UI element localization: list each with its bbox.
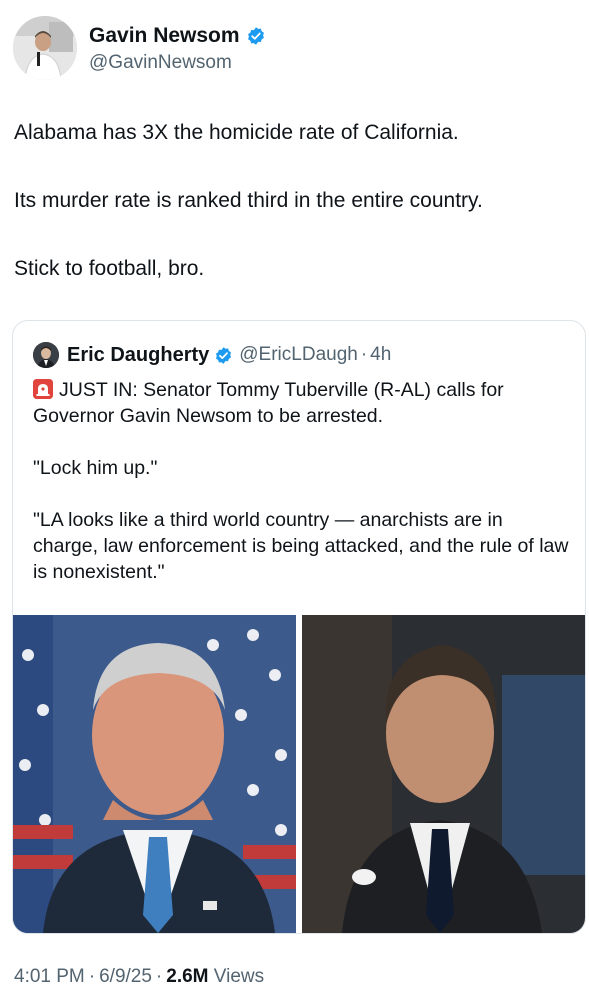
quoted-paragraph: "LA looks like a third world country — a… xyxy=(33,509,569,583)
tweet-paragraph: Alabama has 3X the homicide rate of Cali… xyxy=(14,121,459,144)
tweet-meta: 4:01 PM · 6/9/25 · 2.6M Views xyxy=(14,966,264,988)
quoted-author-name: Eric Daugherty xyxy=(67,343,210,366)
author-avatar[interactable] xyxy=(13,16,77,80)
quoted-paragraph: JUST IN: Senator Tommy Tuberville (R-AL)… xyxy=(33,377,573,429)
quoted-paragraph: "Lock him up." xyxy=(33,457,158,479)
siren-icon xyxy=(33,379,53,399)
quoted-tweet[interactable]: Eric Daugherty @EricLDaugh · 4h JUST IN:… xyxy=(12,320,586,934)
quoted-line: JUST IN: Senator Tommy Tuberville (R-AL)… xyxy=(33,379,504,427)
author-name-row[interactable]: Gavin Newsom xyxy=(89,24,266,48)
views-count[interactable]: 2.6M xyxy=(166,966,208,987)
quoted-author-handle: @EricLDaugh xyxy=(239,344,358,365)
verified-badge-icon xyxy=(214,346,233,365)
separator-dot: · xyxy=(155,966,163,987)
tweet-body: Alabama has 3X the homicide rate of Cali… xyxy=(14,120,579,324)
quoted-tweet-header: Eric Daugherty @EricLDaugh · 4h xyxy=(33,341,391,369)
separator-dot: · xyxy=(88,966,96,987)
author-handle[interactable]: @GavinNewsom xyxy=(89,51,266,75)
tweet-paragraph: Stick to football, bro. xyxy=(14,257,205,280)
quoted-author-avatar xyxy=(33,342,59,368)
tweet-time[interactable]: 4:01 PM xyxy=(14,966,85,987)
tweet-header: Gavin Newsom @GavinNewsom xyxy=(13,16,573,82)
views-label: Views xyxy=(213,966,265,987)
tweet-paragraph: Its murder rate is ranked third in the e… xyxy=(14,189,483,212)
photo-senator[interactable] xyxy=(13,615,296,933)
tweet-date[interactable]: 6/9/25 xyxy=(99,966,152,987)
verified-badge-icon xyxy=(246,26,266,46)
author-name[interactable]: Gavin Newsom xyxy=(89,24,240,48)
quoted-media[interactable] xyxy=(13,615,585,933)
quoted-tweet-body: JUST IN: Senator Tommy Tuberville (R-AL)… xyxy=(33,377,573,611)
photo-governor[interactable] xyxy=(302,615,585,933)
separator-dot: · xyxy=(360,344,368,365)
quoted-timestamp: 4h xyxy=(370,344,392,365)
